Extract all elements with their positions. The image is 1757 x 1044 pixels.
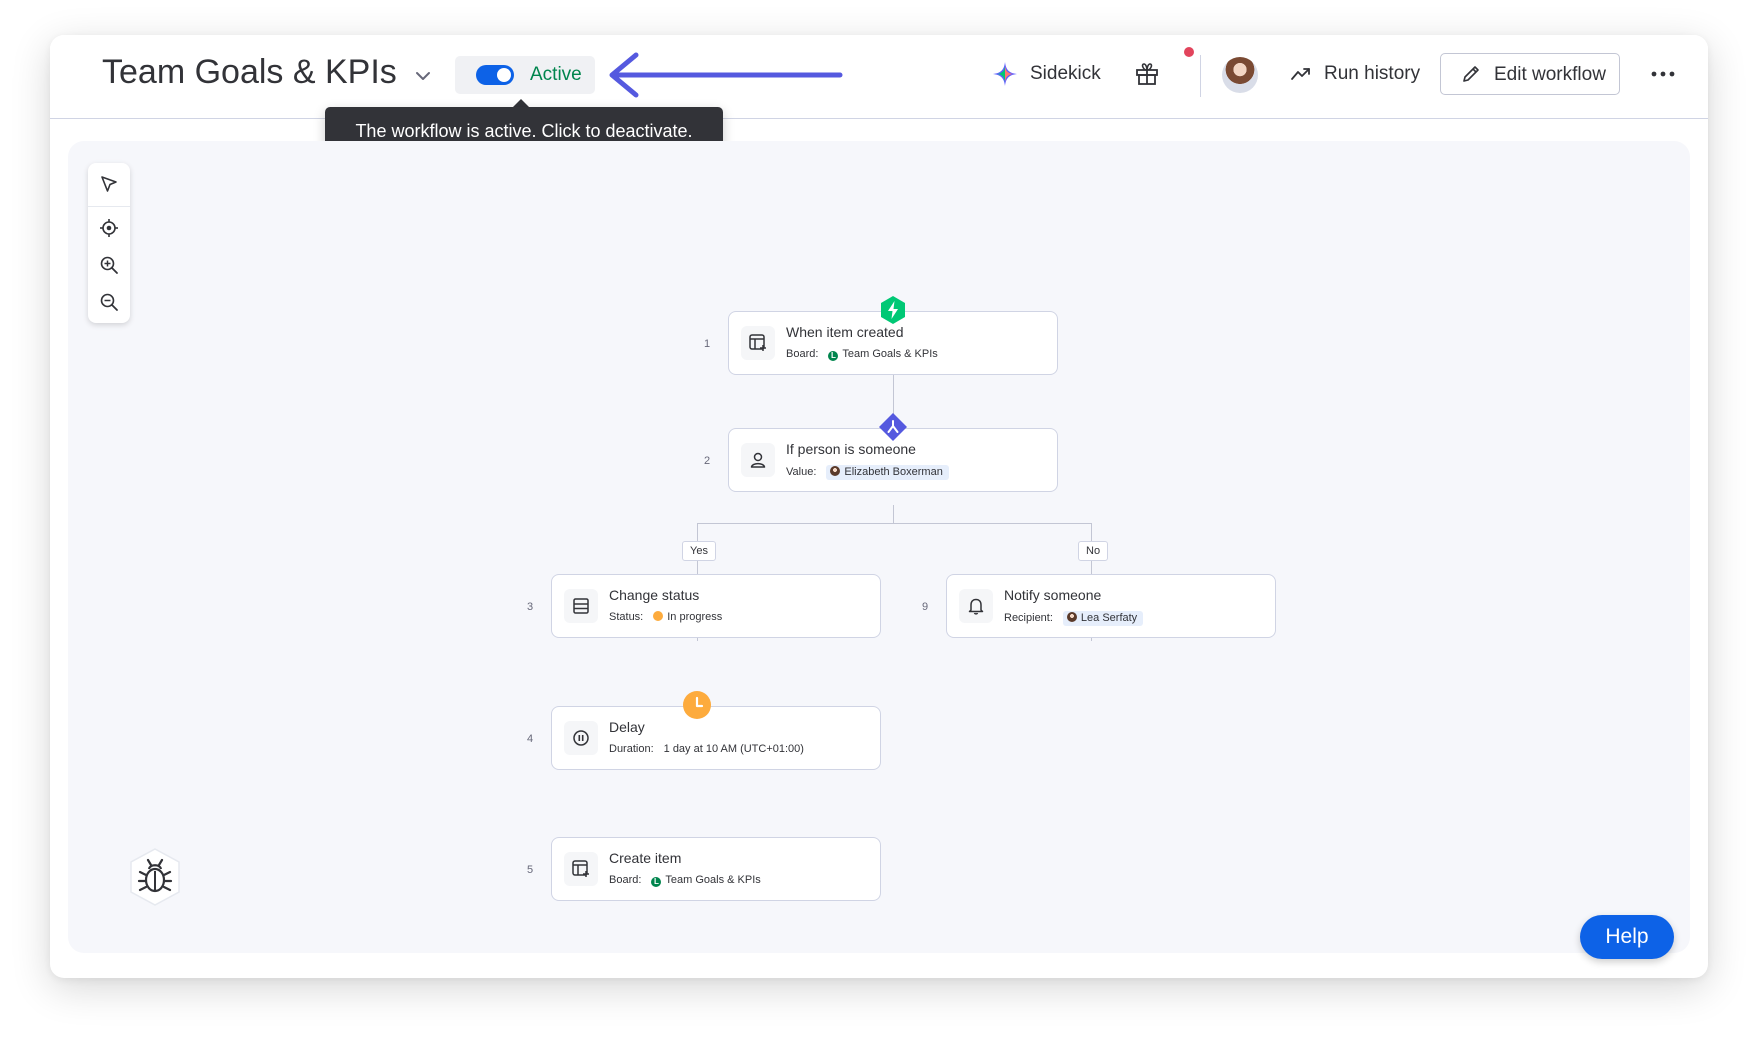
workflow-window: Team Goals & KPIs Active Sidekick Run hi…	[50, 35, 1708, 978]
toggle-switch[interactable]	[476, 65, 514, 85]
field-value: In progress	[667, 611, 723, 623]
field-label: Board:	[786, 348, 819, 360]
branch-label-yes: Yes	[682, 541, 716, 561]
step-node-delay[interactable]: Delay Duration: 1 day at 10 AM (UTC+01:00…	[551, 706, 881, 770]
edit-workflow-button[interactable]: Edit workflow	[1440, 53, 1620, 95]
branch-label-no: No	[1078, 541, 1109, 561]
step-title: Delay	[609, 719, 645, 735]
step-field: Status: In progress	[609, 611, 722, 623]
chevron-down-icon[interactable]	[412, 65, 434, 87]
step-field: Board: L Team Goals & KPIs	[786, 348, 938, 361]
connector-line	[697, 523, 1091, 524]
field-value: Team Goals & KPIs	[665, 874, 761, 886]
step-title: Create item	[609, 850, 682, 866]
field-value: Lea Serfaty	[1080, 612, 1138, 624]
step-node-create-item[interactable]: Create item Board: L Team Goals & KPIs	[551, 837, 881, 901]
notification-dot	[1184, 47, 1194, 57]
trend-icon	[1291, 68, 1310, 80]
step-title: Change status	[609, 587, 700, 603]
toggle-knob	[497, 68, 511, 82]
pause-icon	[564, 721, 598, 755]
step-node-change-status[interactable]: Change status Status: In progress	[551, 574, 881, 638]
status-dot-icon	[653, 611, 664, 621]
help-button[interactable]: Help	[1580, 915, 1674, 959]
board-icon	[564, 852, 598, 886]
header-bar: Team Goals & KPIs Active Sidekick Run hi…	[50, 35, 1708, 119]
field-label: Recipient:	[1004, 612, 1053, 625]
bell-icon	[959, 589, 993, 623]
zoom-out-icon[interactable]	[99, 292, 119, 312]
zoom-in-icon[interactable]	[99, 255, 119, 275]
person-icon	[741, 443, 775, 477]
person-avatar-icon	[1066, 612, 1077, 622]
cursor-icon[interactable]	[99, 174, 119, 194]
header-divider	[1200, 55, 1201, 97]
step-field: Duration: 1 day at 10 AM (UTC+01:00)	[609, 743, 804, 755]
status-column-icon	[564, 589, 598, 623]
step-number: 2	[703, 455, 711, 467]
step-number: 9	[921, 601, 929, 613]
step-node-notify[interactable]: Notify someone Recipient: Lea Serfaty	[946, 574, 1276, 638]
clock-icon	[683, 691, 711, 719]
step-field: Board: L Team Goals & KPIs	[609, 874, 761, 887]
step-title: When item created	[786, 324, 904, 340]
field-label: Duration:	[609, 743, 654, 755]
board-icon	[741, 326, 775, 360]
lightning-icon	[881, 296, 905, 324]
more-dots-icon[interactable]	[1648, 61, 1678, 87]
step-title: If person is someone	[786, 441, 916, 457]
pencil-icon	[1463, 66, 1479, 82]
person-chip: Elizabeth Boxerman	[826, 465, 949, 480]
arrow-left-icon	[609, 52, 843, 98]
field-value: Elizabeth Boxerman	[844, 466, 943, 478]
recenter-icon[interactable]	[99, 218, 119, 238]
page-title: Team Goals & KPIs	[102, 53, 397, 91]
run-history-label: Run history	[1324, 63, 1421, 84]
edit-workflow-label: Edit workflow	[1494, 64, 1606, 85]
branch-icon	[879, 413, 907, 441]
toggle-label: Active	[530, 64, 582, 85]
field-value: Team Goals & KPIs	[842, 348, 938, 360]
step-number: 3	[526, 601, 534, 613]
field-label: Board:	[609, 874, 642, 886]
field-label: Status:	[609, 611, 644, 623]
connector-line	[893, 505, 894, 524]
gift-icon[interactable]	[1134, 61, 1160, 87]
step-field: Value: Elizabeth Boxerman	[786, 465, 949, 480]
field-value: 1 day at 10 AM (UTC+01:00)	[663, 743, 804, 755]
avatar[interactable]	[1222, 57, 1258, 93]
step-number: 1	[703, 338, 711, 350]
workflow-canvas[interactable]: Yes No 1 When item created Board: L Team G…	[68, 141, 1690, 959]
step-title: Notify someone	[1004, 587, 1102, 603]
step-number: 4	[526, 733, 534, 745]
canvas-toolbar	[88, 163, 130, 323]
toolbar-divider	[88, 206, 130, 207]
step-field: Recipient: Lea Serfaty	[1004, 611, 1144, 626]
sidekick-label: Sidekick	[1030, 63, 1101, 84]
bug-icon[interactable]	[128, 847, 182, 907]
sparkle-icon	[993, 62, 1017, 86]
active-toggle-button[interactable]: Active	[455, 56, 595, 94]
person-chip: Lea Serfaty	[1062, 611, 1144, 626]
step-number: 5	[526, 864, 534, 876]
board-initial-icon: L	[828, 351, 839, 361]
field-label: Value:	[786, 466, 817, 479]
board-initial-icon: L	[651, 877, 662, 887]
person-avatar-icon	[830, 466, 841, 476]
